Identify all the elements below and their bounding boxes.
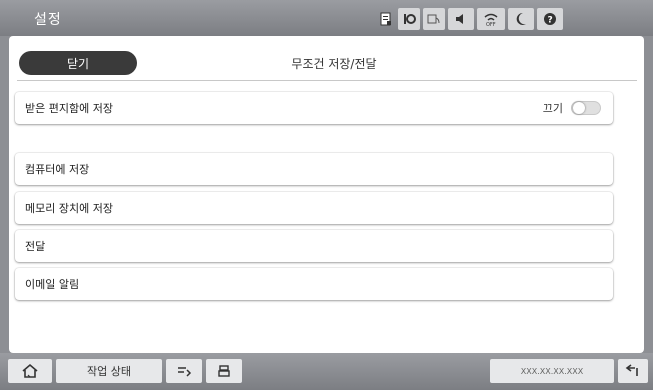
fax-job-icon[interactable] <box>206 359 242 383</box>
back-arrow-icon <box>625 364 638 376</box>
save-to-inbox-label: 받은 편지함에 저장 <box>25 102 113 115</box>
divider <box>17 80 637 81</box>
home-icon <box>22 363 38 378</box>
home-button[interactable] <box>8 359 52 383</box>
page-title: 무조건 저장/전달 <box>291 57 377 71</box>
app-title: 설정 <box>34 12 62 28</box>
wifi-off-icon[interactable]: OFF <box>477 8 505 30</box>
option-label: 전달 <box>25 240 46 253</box>
toggle-knob <box>573 102 585 114</box>
status-bar: 설정 OFF ? <box>0 0 653 36</box>
fax-send-icon[interactable] <box>166 359 202 383</box>
printer-screen: 설정 OFF ? 닫기 무조건 저장/전달 받은 편지함에 저장 끄기 컴퓨터에… <box>0 0 653 390</box>
save-to-computer-row[interactable]: 컴퓨터에 저장 <box>15 153 613 185</box>
forward-row[interactable]: 전달 <box>15 230 613 262</box>
job-status-button[interactable]: 작업 상태 <box>56 359 162 383</box>
volume-icon[interactable] <box>448 8 474 30</box>
wifi-direct-icon[interactable] <box>423 8 445 30</box>
svg-text:OFF: OFF <box>486 22 496 27</box>
help-icon[interactable]: ? <box>537 8 563 30</box>
option-label: 이메일 알림 <box>25 278 80 291</box>
network-info-icon[interactable] <box>398 8 420 30</box>
close-button[interactable]: 닫기 <box>19 51 137 75</box>
save-to-inbox-toggle-group: 끄기 <box>543 100 601 116</box>
email-notification-row[interactable]: 이메일 알림 <box>15 268 613 300</box>
ip-address: XXX.XX.XX.XXX <box>490 359 614 383</box>
bottom-bar: 작업 상태 XXX.XX.XX.XXX <box>0 353 653 390</box>
document-icon[interactable] <box>377 8 395 30</box>
option-label: 컴퓨터에 저장 <box>25 163 90 176</box>
main-panel: 닫기 무조건 저장/전달 받은 편지함에 저장 끄기 컴퓨터에 저장 메모리 장… <box>9 36 644 353</box>
save-to-inbox-toggle[interactable] <box>571 101 601 115</box>
svg-text:?: ? <box>548 16 553 26</box>
toggle-state-label: 끄기 <box>542 102 563 115</box>
save-to-inbox-row[interactable]: 받은 편지함에 저장 끄기 <box>15 92 613 124</box>
status-icons: OFF ? <box>377 8 653 30</box>
return-button[interactable] <box>618 359 648 383</box>
option-label: 메모리 장치에 저장 <box>25 202 113 215</box>
sleep-moon-icon[interactable] <box>508 8 534 30</box>
save-to-memory-device-row[interactable]: 메모리 장치에 저장 <box>15 192 613 224</box>
